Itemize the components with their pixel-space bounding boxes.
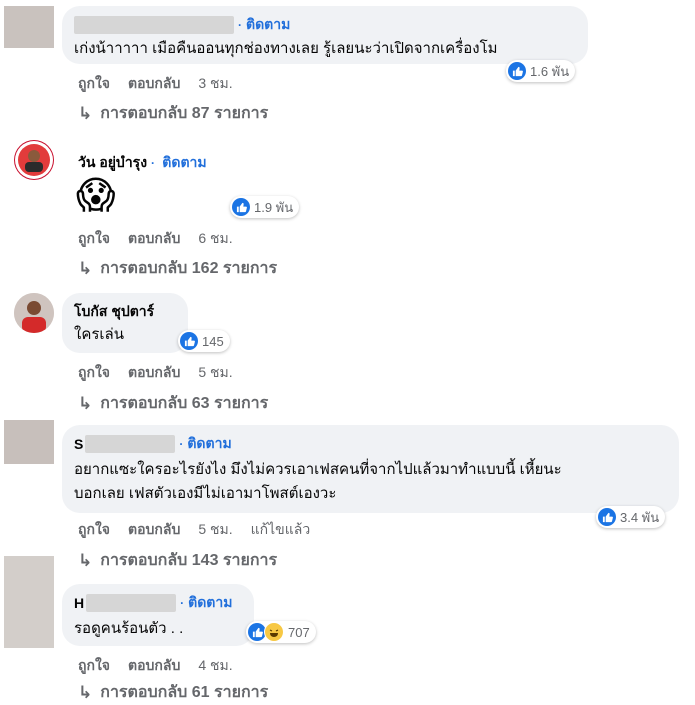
- view-replies[interactable]: ↳ การตอบกลับ 143 รายการ: [78, 548, 277, 573]
- reaction-count: 145: [202, 333, 224, 349]
- timestamp[interactable]: 5 ชม.: [198, 364, 232, 380]
- reply-arrow-icon: ↳: [78, 550, 93, 570]
- view-replies[interactable]: ↳ การตอบกลับ 63 รายการ: [78, 391, 268, 416]
- comment-actions: ถูกใจ ตอบกลับ 4 ชม.: [78, 655, 251, 677]
- reaction-count: 3.4 พัน: [620, 509, 660, 525]
- follow-link[interactable]: ติดตาม: [162, 154, 206, 170]
- reply-arrow-icon: ↳: [78, 393, 93, 413]
- comment-bubble: · ติดตาม เก่งน้าาาาา เมือคืนออนทุกช่องทา…: [62, 6, 588, 64]
- reaction-summary[interactable]: 1.6 พัน: [506, 60, 576, 82]
- like-button[interactable]: ถูกใจ: [78, 364, 110, 380]
- timestamp[interactable]: 3 ชม.: [198, 75, 232, 91]
- reply-arrow-icon: ↳: [78, 258, 93, 278]
- thumbs-up-icon: [508, 62, 526, 80]
- author-name-redacted: [86, 594, 177, 612]
- comment-text: รอดูคนร้อนตัว . .: [74, 620, 184, 637]
- comment-actions: ถูกใจ ตอบกลับ 6 ชม.: [78, 228, 251, 250]
- follow-link[interactable]: ติดตาม: [246, 14, 290, 36]
- author-name-redacted[interactable]: [74, 16, 234, 34]
- thumbs-up-icon: [232, 198, 250, 216]
- reply-arrow-icon: ↳: [78, 682, 93, 702]
- reply-button[interactable]: ตอบกลับ: [128, 230, 180, 246]
- thumbs-up-icon: [180, 332, 198, 350]
- like-button[interactable]: ถูกใจ: [78, 521, 110, 537]
- comment-actions: ถูกใจ ตอบกลับ 3 ชม.: [78, 73, 251, 95]
- comment-text: ใครเล่น: [74, 326, 124, 343]
- follow-link[interactable]: ติดตาม: [187, 433, 231, 455]
- view-replies[interactable]: ↳ การตอบกลับ 87 รายการ: [78, 101, 268, 126]
- reply-button[interactable]: ตอบกลับ: [128, 75, 180, 91]
- reaction-summary[interactable]: 3.4 พัน: [596, 506, 666, 528]
- reaction-count: 1.9 พัน: [254, 199, 294, 215]
- comment-actions: ถูกใจ ตอบกลับ 5 ชม. แก้ไขแล้ว: [78, 519, 328, 541]
- comment-emoji: 😱: [76, 175, 116, 217]
- timestamp[interactable]: 5 ชม.: [198, 521, 232, 537]
- author-name[interactable]: วัน อยู่บำรุง: [78, 154, 147, 170]
- avatar[interactable]: [14, 293, 54, 333]
- thumbs-up-icon: [598, 508, 616, 526]
- author-name[interactable]: โบกัส ชุปตาร์: [74, 301, 154, 323]
- reaction-count: 1.6 พัน: [530, 63, 570, 79]
- view-replies[interactable]: ↳ การตอบกลับ 162 รายการ: [78, 256, 277, 281]
- reply-button[interactable]: ตอบกลับ: [128, 521, 180, 537]
- like-button[interactable]: ถูกใจ: [78, 75, 110, 91]
- comment-bubble: S · ติดตาม อยากแซะใครอะไรยังไง มึงไม่ควร…: [62, 425, 679, 513]
- author-name[interactable]: S: [74, 436, 83, 452]
- reaction-summary[interactable]: 1.9 พัน: [230, 196, 300, 218]
- reaction-summary[interactable]: 707: [246, 621, 316, 643]
- timestamp[interactable]: 6 ชม.: [198, 230, 232, 246]
- comment-text-line-1: อยากแซะใครอะไรยังไง มึงไม่ควรเอาเฟสคนที่…: [74, 461, 562, 478]
- comment-actions: ถูกใจ ตอบกลับ 5 ชม.: [78, 362, 251, 384]
- reply-button[interactable]: ตอบกลับ: [128, 364, 180, 380]
- follow-link[interactable]: ติดตาม: [188, 592, 232, 614]
- avatar-blurred[interactable]: [4, 420, 54, 464]
- haha-icon: [264, 622, 284, 642]
- avatar-blurred[interactable]: [4, 556, 54, 648]
- view-replies[interactable]: ↳ การตอบกลับ 61 รายการ: [78, 680, 268, 705]
- author-line: วัน อยู่บำรุง · ติดตาม: [78, 154, 207, 170]
- edited-label: แก้ไขแล้ว: [250, 521, 311, 537]
- reaction-summary[interactable]: 145: [178, 330, 230, 352]
- author-name-redacted: [85, 435, 176, 453]
- avatar-blurred[interactable]: [4, 6, 54, 48]
- reaction-count: 707: [288, 624, 310, 640]
- like-button[interactable]: ถูกใจ: [78, 230, 110, 246]
- comment-text-line-2: บอกเลย เฟสตัวเองมีไม่เอามาโพสต์เองวะ: [74, 485, 337, 502]
- like-button[interactable]: ถูกใจ: [78, 657, 110, 673]
- reply-button[interactable]: ตอบกลับ: [128, 657, 180, 673]
- avatar[interactable]: [14, 140, 54, 180]
- comment-text: เก่งน้าาาาา เมือคืนออนทุกช่องทางเลย รู้เ…: [74, 40, 498, 57]
- author-name[interactable]: H: [74, 595, 84, 611]
- timestamp[interactable]: 4 ชม.: [198, 657, 232, 673]
- comment-bubble: โบกัส ชุปตาร์ ใครเล่น: [62, 293, 188, 353]
- reply-arrow-icon: ↳: [78, 103, 93, 123]
- comment-bubble: H · ติดตาม รอดูคนร้อนตัว . .: [62, 584, 254, 646]
